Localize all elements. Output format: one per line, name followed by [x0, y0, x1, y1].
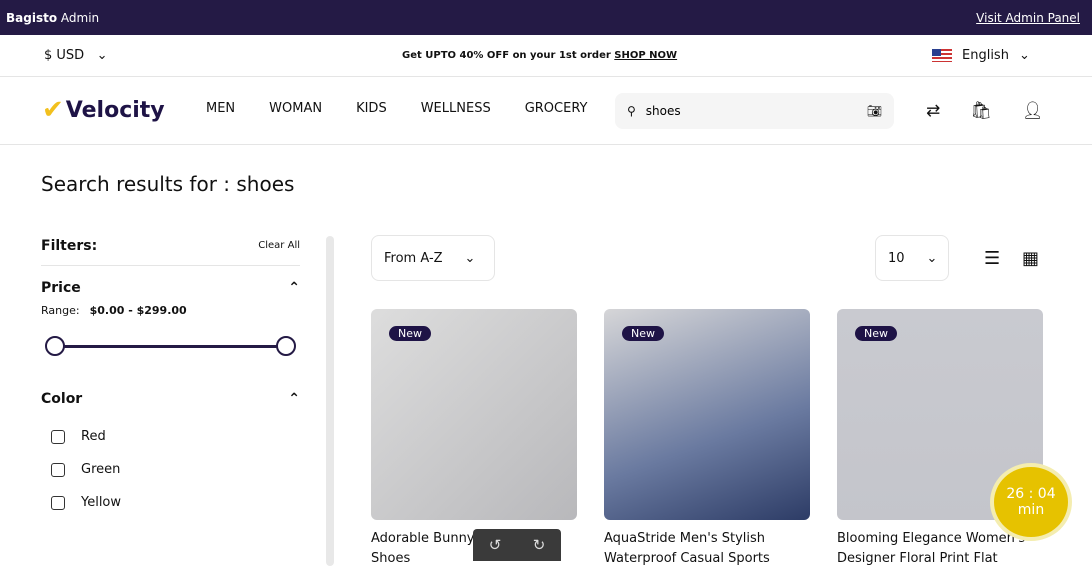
nav-grocery[interactable]: GROCERY: [525, 101, 588, 116]
search-icon: ⚲: [627, 104, 636, 118]
admin-bar: Bagisto Admin Visit Admin Panel: [0, 0, 1092, 35]
timer-widget: 26 : 04 min: [990, 463, 1072, 541]
search-bar: ⚲ 📷︎: [615, 93, 894, 129]
nav-men[interactable]: MEN: [206, 101, 235, 116]
grid-view-icon[interactable]: ▦: [1022, 248, 1039, 269]
image-rotate-toolbar: ↺ ↻: [473, 529, 561, 561]
currency-select[interactable]: $ USD ⌄: [44, 48, 108, 63]
logo[interactable]: ✔ Velocity: [42, 95, 165, 125]
nav-woman[interactable]: WOMAN: [269, 101, 322, 116]
color-yellow-checkbox[interactable]: Yellow: [51, 495, 300, 510]
user-icon[interactable]: 👤︎: [1022, 101, 1044, 121]
promo-bar: $ USD ⌄ Get UPTO 40% OFF on your 1st ord…: [0, 35, 1092, 77]
product-image[interactable]: New: [371, 309, 577, 520]
chevron-down-icon: ⌄: [1018, 48, 1030, 63]
filters-title: Filters:: [41, 237, 98, 254]
product-image[interactable]: New: [604, 309, 810, 520]
promo-text: Get UPTO 40% OFF on your 1st order SHOP …: [402, 50, 678, 61]
price-range: Range: $0.00 - $299.00: [41, 304, 187, 317]
page-title: Search results for : shoes: [41, 172, 295, 196]
admin-brand: Bagisto Admin: [6, 10, 100, 25]
price-slider[interactable]: [45, 335, 296, 357]
filters-sidebar: Filters: Clear All Price ⌃ Range: $0.00 - $…: [41, 236, 300, 528]
nav-wellness[interactable]: WELLNESS: [421, 101, 491, 116]
product-title[interactable]: AquaStride Men's Stylish Waterproof Casu…: [604, 529, 810, 569]
rotate-left-icon[interactable]: ↺: [489, 536, 502, 554]
logo-icon: ✔: [42, 95, 64, 125]
search-input[interactable]: [645, 104, 857, 118]
list-view-icon[interactable]: ☰: [984, 248, 1000, 269]
per-page-select[interactable]: 10 ⌄: [875, 235, 949, 281]
cart-icon[interactable]: 🛍︎: [970, 101, 992, 121]
new-badge: New: [622, 326, 664, 341]
product-card[interactable]: New AquaStride Men's Stylish Waterproof …: [604, 309, 810, 569]
visit-admin-link[interactable]: Visit Admin Panel: [976, 11, 1080, 25]
clear-all-button[interactable]: Clear All: [258, 240, 300, 251]
chevron-down-icon: ⌄: [96, 48, 108, 63]
color-section-toggle[interactable]: Color ⌃: [41, 391, 300, 407]
color-green-checkbox[interactable]: Green: [51, 462, 300, 477]
compare-icon[interactable]: ⇄: [926, 101, 940, 121]
language-select[interactable]: English ⌄: [932, 48, 1030, 63]
us-flag-icon: [932, 49, 952, 62]
nav-kids[interactable]: KIDS: [356, 101, 387, 116]
new-badge: New: [855, 326, 897, 341]
color-red-checkbox[interactable]: Red: [51, 429, 300, 444]
shop-now-link[interactable]: SHOP NOW: [614, 50, 677, 61]
main-nav: MEN WOMAN KIDS WELLNESS GROCERY: [206, 101, 587, 116]
rotate-right-icon[interactable]: ↻: [533, 536, 546, 554]
chevron-up-icon: ⌃: [288, 391, 300, 407]
chevron-up-icon: ⌃: [288, 280, 300, 296]
chevron-down-icon: ⌄: [464, 250, 476, 266]
camera-icon[interactable]: 📷︎: [867, 104, 882, 118]
chevron-down-icon: ⌄: [926, 250, 938, 266]
sort-select[interactable]: From A-Z ⌄: [371, 235, 495, 281]
slider-min-handle[interactable]: [45, 336, 65, 356]
slider-max-handle[interactable]: [276, 336, 296, 356]
header: ✔ Velocity MEN WOMAN KIDS WELLNESS GROCER…: [0, 77, 1092, 145]
sidebar-scrollbar[interactable]: [326, 236, 334, 566]
price-section-toggle[interactable]: Price ⌃: [41, 280, 300, 296]
new-badge: New: [389, 326, 431, 341]
